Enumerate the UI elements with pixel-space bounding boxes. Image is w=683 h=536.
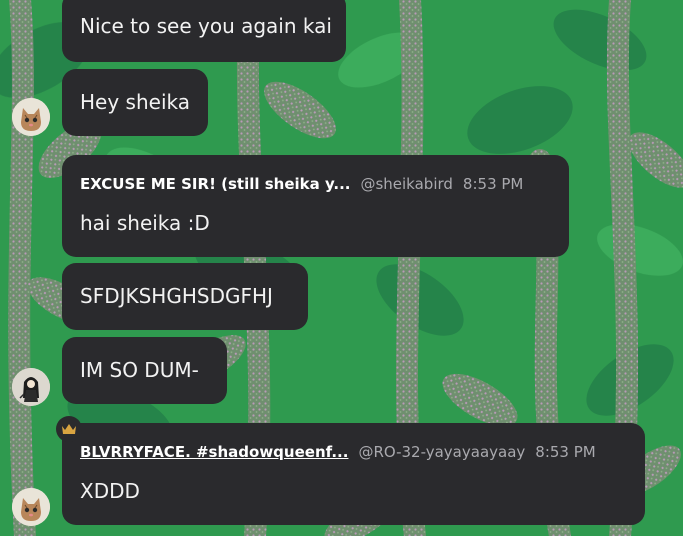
crown-icon <box>56 416 82 442</box>
message-text: Nice to see you again kai <box>80 14 332 38</box>
sender-name[interactable]: EXCUSE ME SIR! (still sheika y... <box>80 175 350 193</box>
message-text: Hey sheika <box>80 90 190 114</box>
message-text: SFDJKSHGHSDGFHJ <box>80 284 273 308</box>
message-bubble[interactable]: BLVRRYFACE. #shadowqueenf... @RO-32-yayay… <box>62 423 645 525</box>
message-bubble[interactable]: Hey sheika <box>62 69 208 136</box>
message-bubble[interactable]: Nice to see you again kai <box>62 0 346 62</box>
message-header: BLVRRYFACE. #shadowqueenf... @RO-32-yayay… <box>80 443 596 461</box>
message-timestamp: 8:53 PM <box>535 443 596 461</box>
anime-avatar-icon[interactable] <box>12 368 50 406</box>
sender-handle[interactable]: @RO-32-yayayaayaay <box>358 443 525 461</box>
sender-handle[interactable]: @sheikabird <box>360 175 452 193</box>
cat-avatar-icon[interactable] <box>12 488 50 526</box>
message-text: hai sheika :D <box>80 211 210 235</box>
sender-name[interactable]: BLVRRYFACE. #shadowqueenf... <box>80 443 348 461</box>
message-timestamp: 8:53 PM <box>462 175 524 193</box>
message-text: IM SO DUM- <box>80 358 199 382</box>
message-bubble[interactable]: IM SO DUM- <box>62 337 227 404</box>
message-text: XDDD <box>80 479 140 503</box>
message-bubble[interactable]: EXCUSE ME SIR! (still sheika y... @sheika… <box>62 155 569 257</box>
message-bubble[interactable]: SFDJKSHGHSDGFHJ <box>62 263 308 330</box>
message-header: EXCUSE ME SIR! (still sheika y... @sheika… <box>80 175 523 193</box>
cat-avatar-icon[interactable] <box>12 98 50 136</box>
